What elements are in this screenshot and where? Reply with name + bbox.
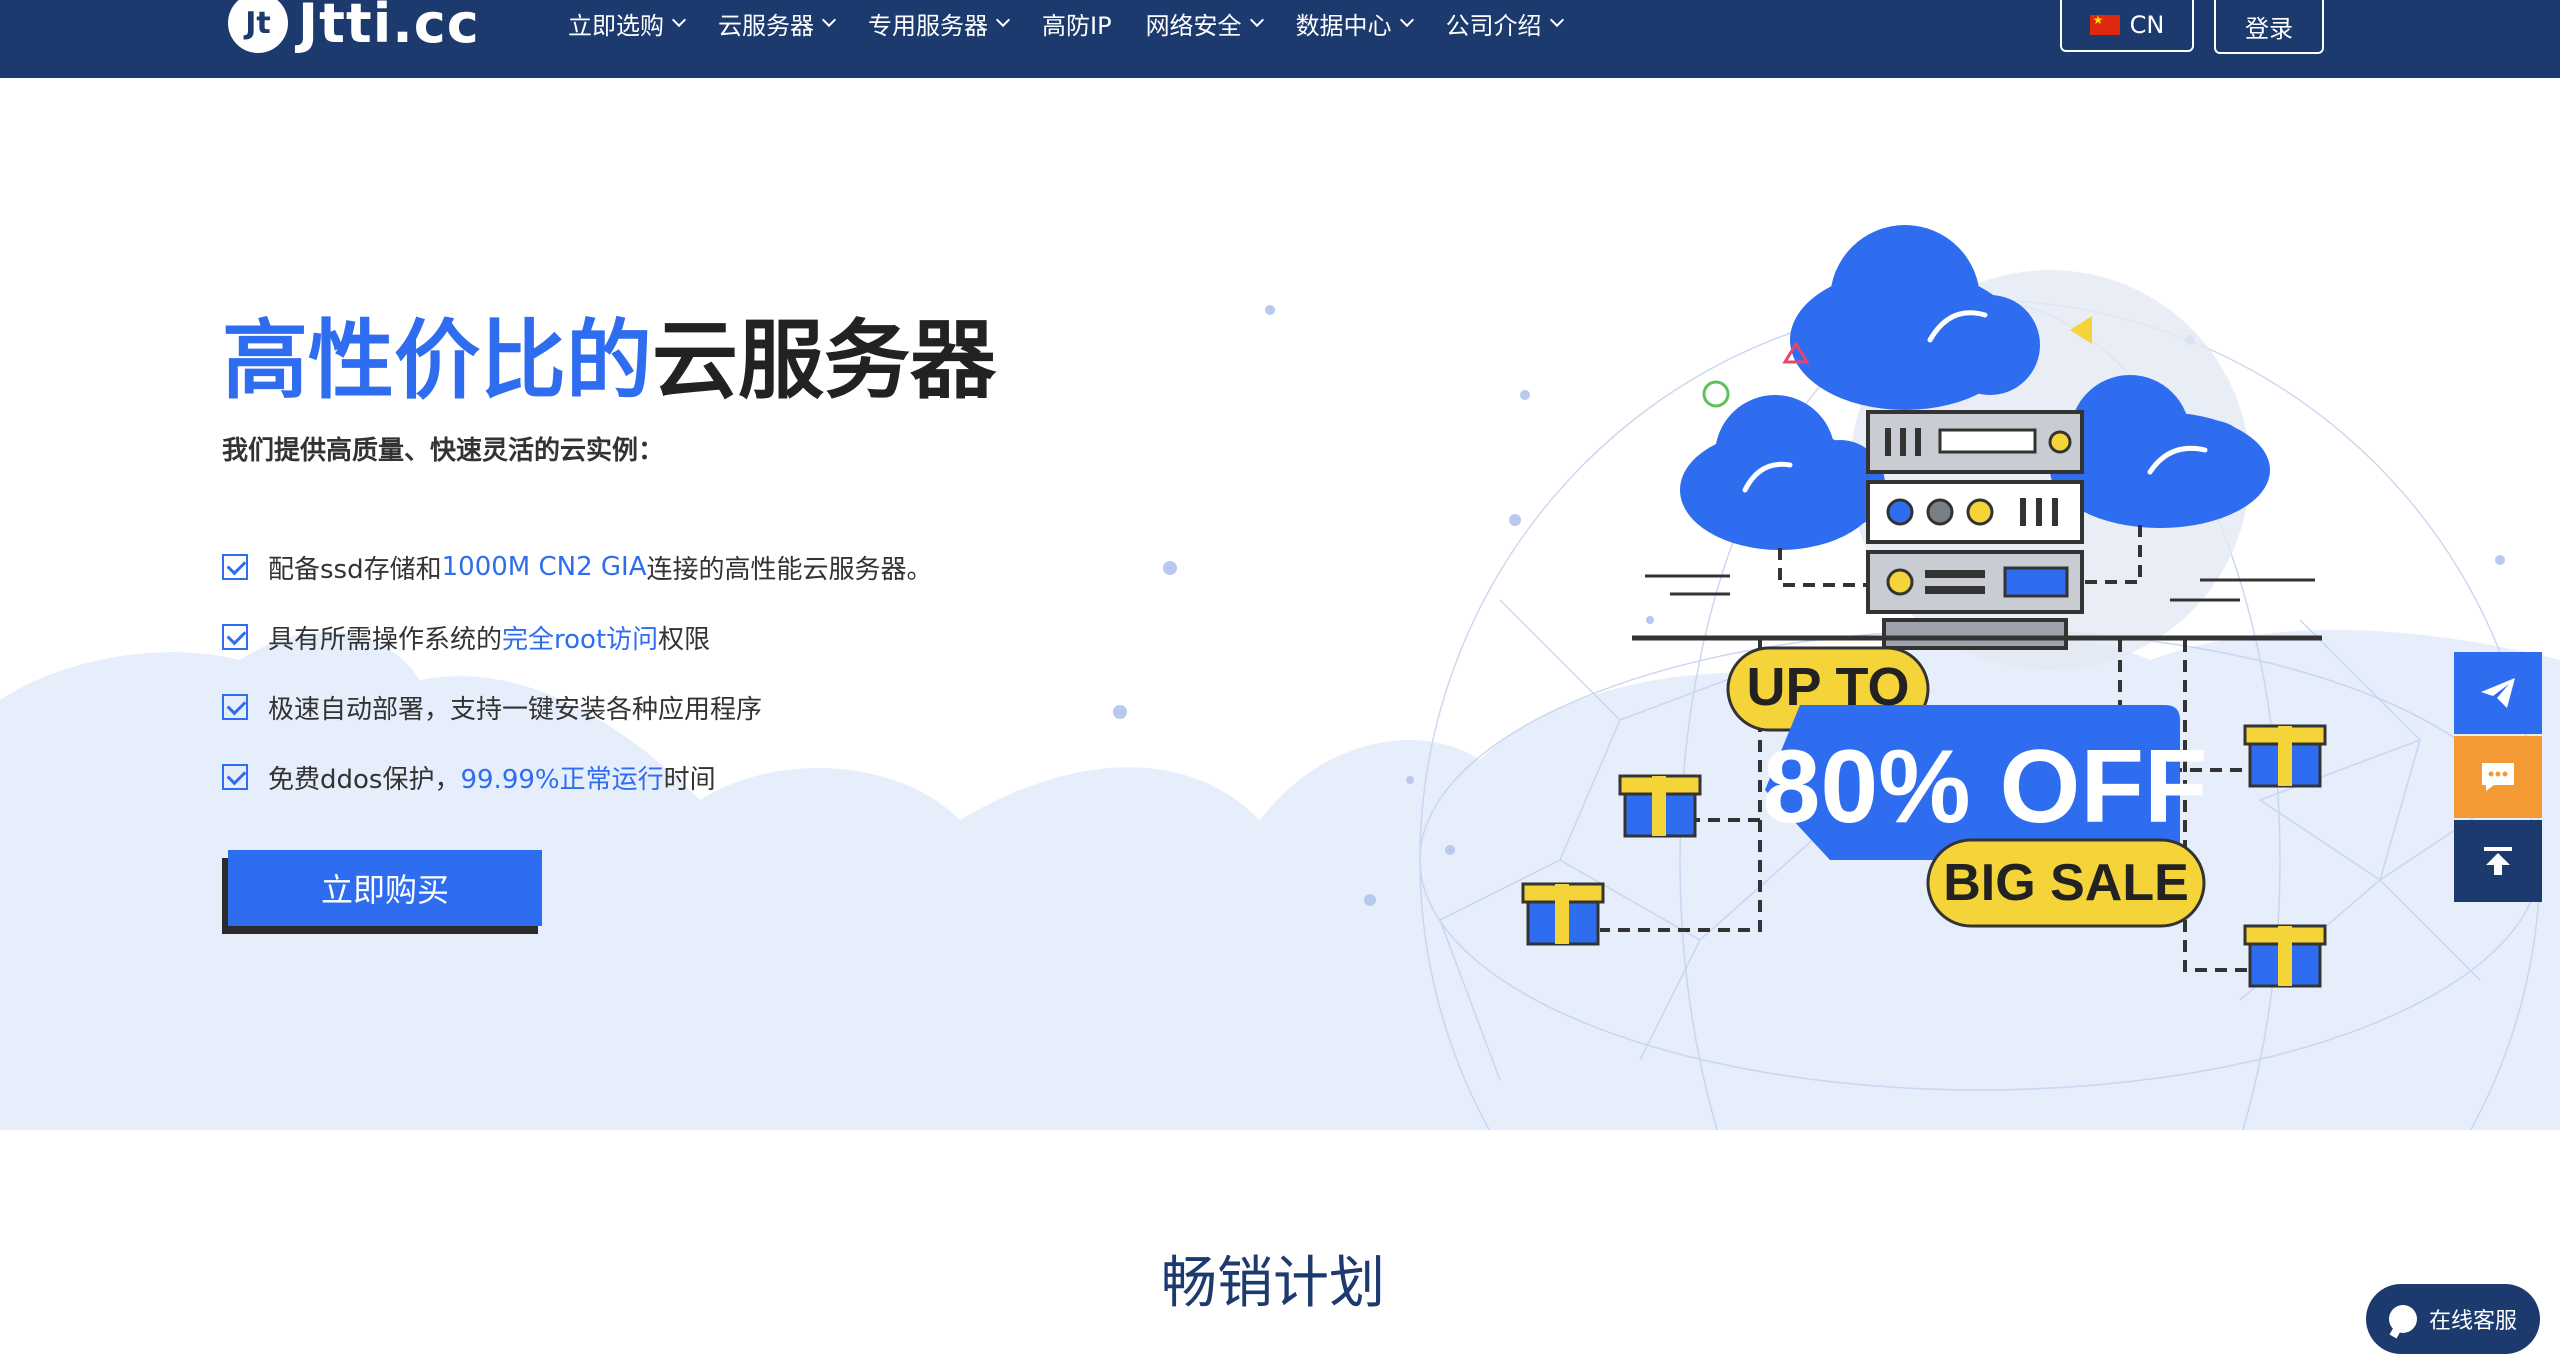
- main-menu: 立即选购 云服务器 专用服务器 高防IP 网络安全 数据中心 公司介绍: [568, 0, 1596, 46]
- menu-item-label: 公司介绍: [1445, 11, 1542, 40]
- live-chat-button[interactable]: 在线客服: [2366, 1284, 2540, 1354]
- menu-item-buy[interactable]: 立即选购: [568, 6, 687, 41]
- message-icon: [2482, 763, 2514, 791]
- logo-text: Jtti.cc: [298, 0, 480, 55]
- back-to-top-icon: [2484, 847, 2512, 875]
- promo-text-layer: UP TO 80% OFF BIG SALE: [1746, 657, 2208, 912]
- menu-item-label: 网络安全: [1145, 11, 1242, 40]
- menu-item-ddos-ip[interactable]: 高防IP: [1042, 6, 1112, 41]
- language-label: CN: [2129, 11, 2165, 39]
- chevron-down-icon: [1249, 12, 1264, 28]
- hero-banner: 高性价比的云服务器 我们提供高质量、快速灵活的云实例： 配备ssd存储和 1000…: [0, 100, 2560, 1130]
- floating-side-toolbar: [2454, 652, 2542, 904]
- menu-item-company[interactable]: 公司介绍: [1445, 6, 1564, 41]
- top-nav: Jt Jtti.cc 立即选购 云服务器 专用服务器 高防IP 网络安全 数据中…: [0, 0, 2560, 78]
- chevron-down-icon: [671, 12, 687, 28]
- promo-discount: 80% OFF: [1763, 729, 2208, 845]
- menu-item-network-security[interactable]: 网络安全: [1145, 6, 1264, 41]
- promo-big-sale: BIG SALE: [1943, 854, 2189, 912]
- menu-item-label: 云服务器: [718, 11, 814, 40]
- menu-item-data-center[interactable]: 数据中心: [1295, 6, 1414, 41]
- site-logo[interactable]: Jt Jtti.cc: [228, 0, 480, 56]
- menu-item-cloud-server[interactable]: 云服务器: [718, 6, 837, 41]
- chevron-down-icon: [1549, 12, 1564, 28]
- china-flag-icon: [2089, 13, 2120, 35]
- menu-item-label: 专用服务器: [868, 11, 988, 40]
- chat-bubble-icon: [2388, 1305, 2417, 1333]
- back-to-top-button[interactable]: [2454, 820, 2542, 902]
- language-button[interactable]: CN: [2060, 0, 2194, 52]
- chevron-down-icon: [995, 12, 1011, 28]
- menu-item-label: 高防IP: [1042, 11, 1112, 40]
- send-button[interactable]: [2454, 652, 2542, 734]
- logo-mark: Jt: [228, 0, 288, 53]
- message-button[interactable]: [2454, 736, 2542, 818]
- menu-item-label: 立即选购: [568, 11, 664, 40]
- promo-up-to: UP TO: [1746, 657, 1909, 717]
- chevron-down-icon: [1399, 12, 1414, 28]
- bestsellers-title: 畅销计划: [1161, 1251, 1385, 1316]
- menu-item-label: 数据中心: [1295, 11, 1392, 40]
- chevron-down-icon: [821, 12, 837, 28]
- menu-item-dedicated-server[interactable]: 专用服务器: [868, 6, 1011, 41]
- paper-plane-icon: [2481, 678, 2515, 708]
- login-button[interactable]: 登录: [2214, 0, 2324, 54]
- live-chat-label: 在线客服: [2428, 1309, 2517, 1334]
